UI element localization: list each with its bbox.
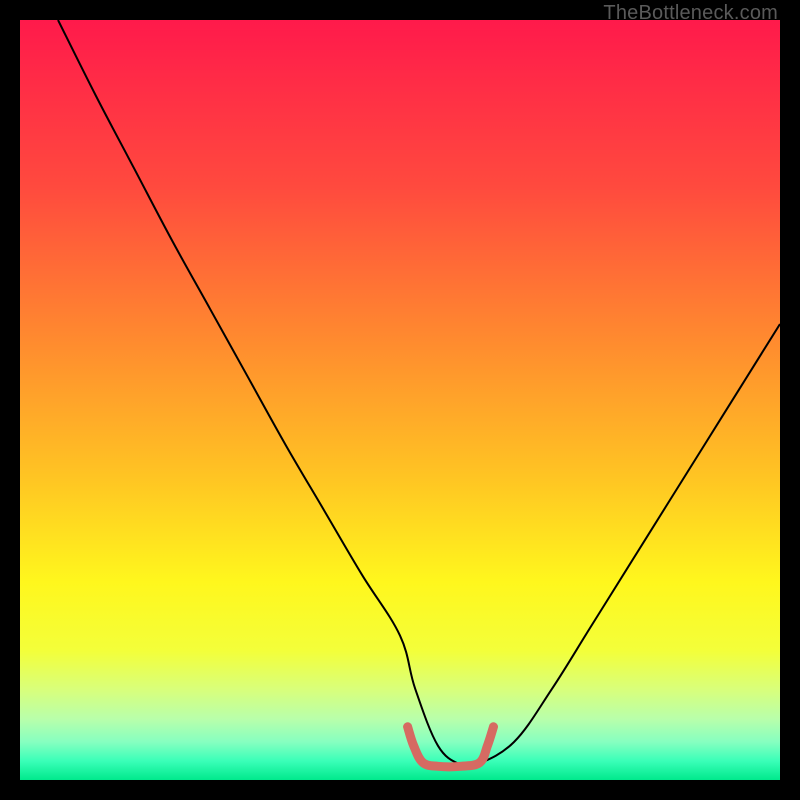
watermark-label: TheBottleneck.com [603,2,778,25]
chart-plot-area [20,20,780,780]
chart-background [20,20,780,780]
chart-svg [20,20,780,780]
chart-frame: TheBottleneck.com [0,0,800,800]
